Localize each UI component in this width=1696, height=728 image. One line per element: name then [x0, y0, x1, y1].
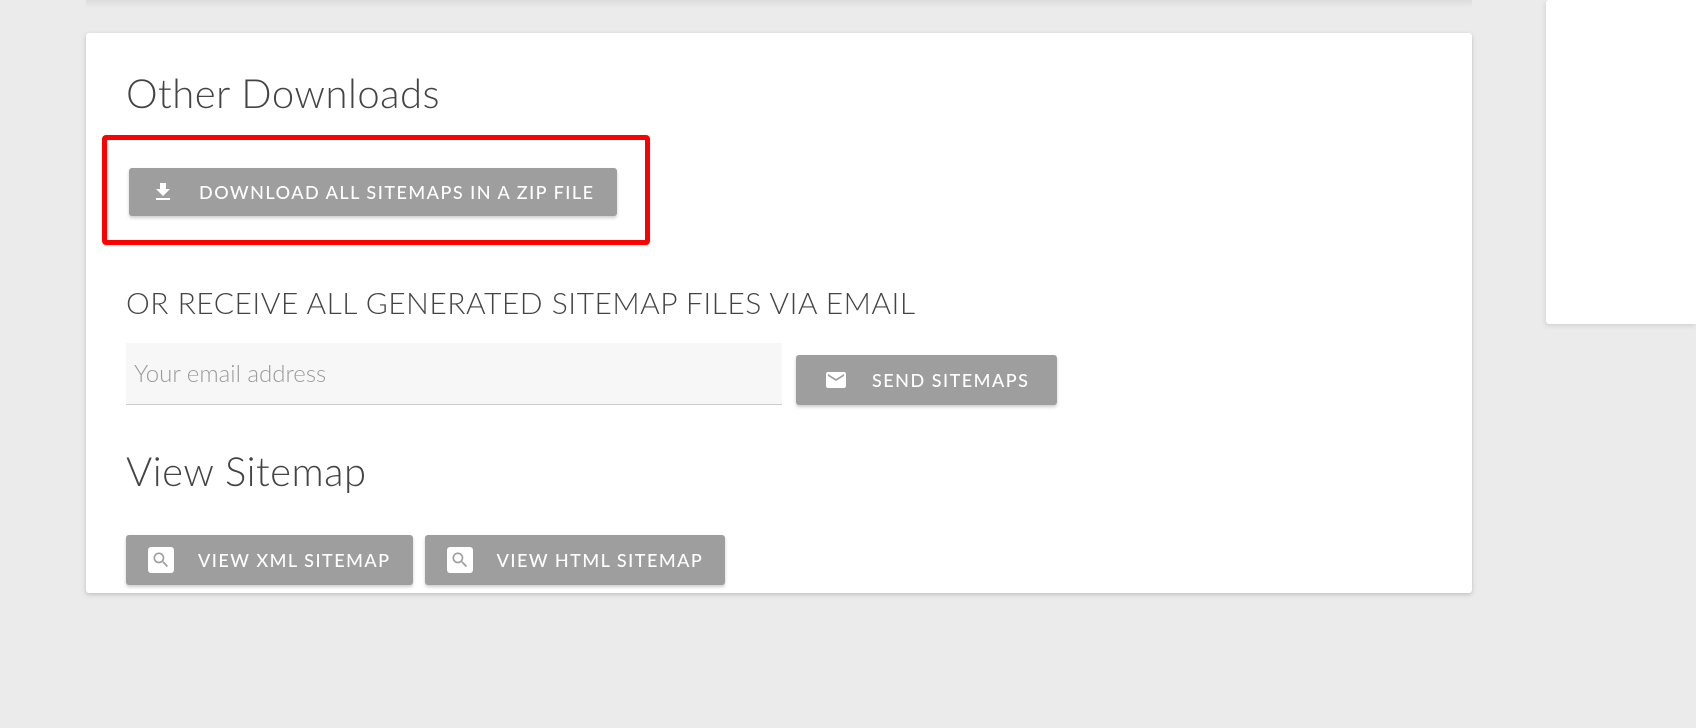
- other-downloads-heading: Other Downloads: [126, 69, 1432, 117]
- download-zip-highlight: DOWNLOAD ALL SITEMAPS IN A ZIP FILE: [102, 135, 650, 245]
- send-sitemaps-button[interactable]: SEND SITEMAPS: [796, 355, 1057, 405]
- download-zip-label: DOWNLOAD ALL SITEMAPS IN A ZIP FILE: [199, 181, 595, 203]
- search-icon: [148, 547, 174, 573]
- mail-icon: [824, 368, 848, 392]
- view-html-label: VIEW HTML SITEMAP: [497, 549, 704, 571]
- view-xml-label: VIEW XML SITEMAP: [198, 549, 391, 571]
- download-zip-button[interactable]: DOWNLOAD ALL SITEMAPS IN A ZIP FILE: [129, 168, 617, 216]
- view-sitemap-heading: View Sitemap: [126, 447, 1432, 495]
- right-side-panel: [1546, 0, 1696, 324]
- send-sitemaps-label: SEND SITEMAPS: [872, 369, 1029, 391]
- search-icon: [447, 547, 473, 573]
- other-downloads-card: Other Downloads DOWNLOAD ALL SITEMAPS IN…: [86, 33, 1472, 593]
- view-html-button[interactable]: VIEW HTML SITEMAP: [425, 535, 726, 585]
- top-card-shadow: [86, 0, 1472, 8]
- view-sitemap-row: VIEW XML SITEMAP VIEW HTML SITEMAP: [126, 535, 1432, 585]
- email-row: SEND SITEMAPS: [126, 343, 1432, 405]
- download-icon: [151, 180, 175, 204]
- email-subtitle: OR RECEIVE ALL GENERATED SITEMAP FILES V…: [126, 285, 1432, 321]
- view-xml-button[interactable]: VIEW XML SITEMAP: [126, 535, 413, 585]
- email-input[interactable]: [126, 343, 782, 405]
